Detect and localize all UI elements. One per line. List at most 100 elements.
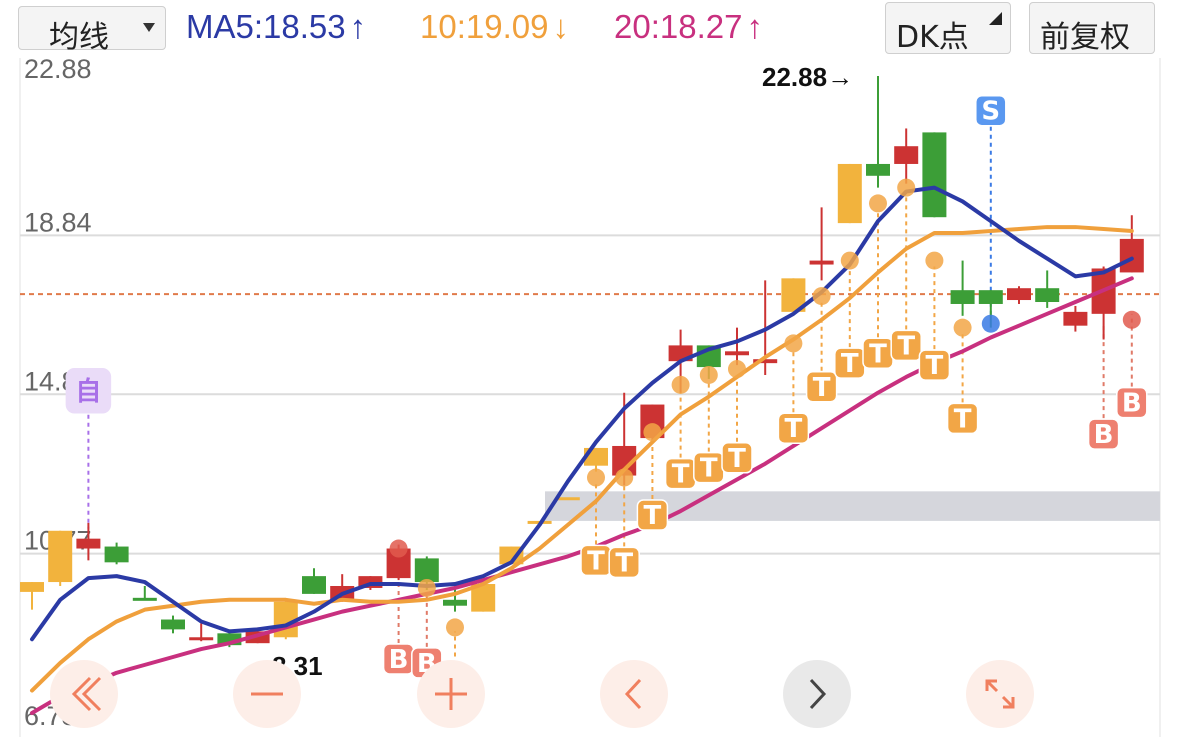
marker-label: T: [728, 444, 746, 474]
candle-body: [978, 290, 1003, 304]
t-signal-marker: T: [805, 371, 838, 403]
t-signal-marker: T: [834, 347, 866, 379]
marker-label: T: [813, 373, 831, 403]
marker-label: B: [1094, 420, 1114, 450]
signal-dot: [869, 194, 887, 213]
marker-label: T: [615, 548, 633, 578]
double-chevron-left-icon: [71, 676, 102, 712]
chevron-right-icon: [809, 678, 827, 710]
candle-body: [20, 582, 44, 592]
signal-dot: [953, 318, 972, 337]
t-signal-marker: T: [777, 412, 810, 444]
indicator-select-label: 均线: [49, 20, 109, 55]
signal-dot: [446, 618, 464, 637]
t-signal-marker: T: [918, 349, 951, 381]
signal-dot: [784, 334, 803, 353]
candle-body: [132, 597, 157, 601]
signal-dot: [1122, 310, 1141, 329]
start-marker: 自: [65, 368, 112, 414]
max-price-annotation: 22.88→: [762, 62, 853, 92]
ma20-value: 20:18.27: [614, 8, 743, 45]
signal-dot: [615, 468, 634, 487]
signal-dot: [699, 365, 718, 384]
scroll-left-button[interactable]: [600, 660, 668, 728]
marker-label: B: [389, 645, 409, 675]
ma10-value: 10:19.09: [420, 8, 549, 45]
signal-dot: [925, 251, 944, 270]
marker-label: T: [897, 331, 915, 361]
scroll-left-end-button[interactable]: [50, 660, 118, 728]
marker-label: T: [869, 339, 887, 369]
y-tick-label: 18.84: [24, 207, 92, 237]
fullscreen-button[interactable]: [966, 660, 1034, 728]
signal-dot: [840, 251, 859, 270]
dk-point-button[interactable]: DK点: [885, 2, 1011, 55]
marker-label: T: [926, 351, 944, 381]
t-signal-marker: T: [636, 499, 669, 531]
ma5-arrow: ↑: [349, 8, 367, 45]
t-signal-marker: T: [693, 451, 725, 484]
marker-label: S: [981, 97, 1000, 127]
candle-body: [48, 530, 73, 583]
zoom-in-button[interactable]: [417, 660, 485, 728]
signal-dot: [587, 468, 605, 487]
marker-label: 自: [75, 376, 101, 407]
signal-dot: [812, 287, 831, 306]
signal-dot: [643, 423, 662, 442]
t-signal-marker: T: [580, 544, 612, 576]
t-signal-marker: T: [946, 402, 979, 434]
marker-label: B: [1122, 389, 1142, 419]
signal-dot: [981, 314, 1000, 333]
buy-signal-marker: B: [1087, 418, 1120, 450]
ma10-legend: 10:19.09 ↓: [420, 8, 569, 46]
candle-body: [189, 637, 214, 641]
candle-body: [161, 619, 185, 630]
marker-label: T: [644, 501, 662, 531]
scroll-right-button[interactable]: [783, 660, 851, 728]
sell-signal-marker: S: [975, 94, 1007, 127]
marker-label: T: [841, 349, 859, 379]
ma5-value: MA5:18.53: [186, 8, 346, 45]
candle-body: [76, 538, 101, 549]
corner-triangle-icon: [989, 12, 1002, 25]
candle-body: [809, 260, 834, 265]
candle-body: [302, 576, 326, 594]
buy-signal-marker: B: [1116, 386, 1148, 419]
marker-label: T: [700, 454, 718, 484]
t-signal-marker: T: [608, 546, 640, 578]
t-signal-marker: T: [862, 337, 894, 369]
candle-body: [414, 558, 439, 583]
candle-body: [1007, 288, 1031, 301]
signal-dot: [417, 578, 436, 597]
signal-dot: [671, 375, 690, 394]
chevron-left-icon: [624, 678, 642, 710]
marker-label: T: [587, 546, 605, 576]
candle-body: [725, 351, 749, 356]
t-signal-marker: T: [721, 442, 753, 474]
buy-signal-marker: B: [382, 643, 415, 675]
dk-point-label: DK点: [896, 20, 969, 55]
zoom-out-button[interactable]: [233, 660, 301, 728]
marker-label: T: [672, 460, 690, 490]
candle-body: [922, 132, 947, 218]
candle-body: [1063, 311, 1088, 326]
candle-body: [104, 546, 129, 563]
t-signal-marker: T: [890, 329, 922, 361]
marker-label: T: [785, 414, 803, 444]
signal-dot: [897, 178, 916, 197]
ma10-arrow: ↓: [552, 8, 569, 45]
price-adjust-label: 前复权: [1040, 20, 1130, 55]
candle-body: [894, 146, 919, 164]
ma5-legend: MA5:18.53 ↑: [186, 8, 366, 46]
signal-dot: [389, 539, 408, 558]
ma20-arrow: ↑: [746, 8, 763, 45]
minus-icon: [251, 692, 283, 696]
candle-body: [443, 599, 467, 606]
t-signal-marker: T: [664, 457, 697, 490]
y-tick-label: 22.88: [24, 58, 92, 84]
candlestick-chart[interactable]: 22.8818.8414.8110.776.73自BBTTTTTTTTTTTTT…: [0, 58, 1179, 737]
indicator-select[interactable]: 均线: [18, 6, 166, 55]
expand-icon: [985, 679, 1015, 709]
price-adjust-button[interactable]: 前复权: [1029, 2, 1155, 55]
candle-body: [866, 163, 890, 176]
